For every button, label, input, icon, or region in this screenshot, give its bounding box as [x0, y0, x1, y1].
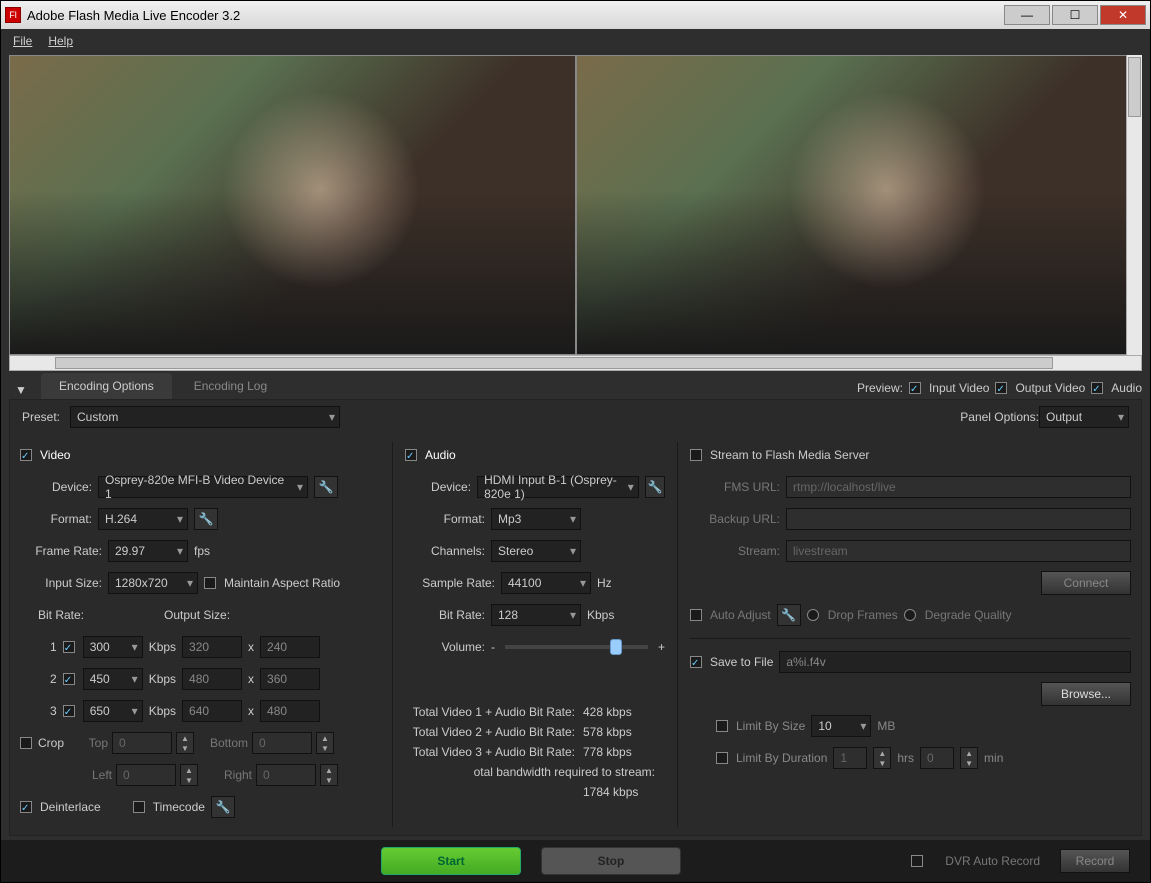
preset-select[interactable]: Custom	[70, 406, 340, 428]
menu-help[interactable]: Help	[48, 34, 73, 48]
crop-top: 0	[112, 732, 172, 754]
check-input-video[interactable]	[909, 382, 921, 394]
out-h-3[interactable]: 480	[260, 700, 320, 722]
close-button[interactable]: ✕	[1100, 5, 1146, 25]
volume-thumb[interactable]	[610, 639, 622, 655]
minimize-button[interactable]: —	[1004, 5, 1050, 25]
stop-button[interactable]: Stop	[541, 847, 681, 875]
start-button[interactable]: Start	[381, 847, 521, 875]
radio-degrade-quality[interactable]	[904, 609, 916, 621]
connect-button[interactable]: Connect	[1041, 571, 1131, 595]
check-aspect-ratio[interactable]	[204, 577, 216, 589]
browse-button[interactable]: Browse...	[1041, 682, 1131, 706]
check-video-enable[interactable]	[20, 449, 32, 461]
collapse-panel-icon[interactable]: ▼	[9, 381, 33, 399]
check-dvr-auto-record[interactable]	[911, 855, 923, 867]
titlebar[interactable]: Fl Adobe Flash Media Live Encoder 3.2 — …	[1, 1, 1150, 29]
check-limit-duration[interactable]	[716, 752, 728, 764]
out-w-3[interactable]: 640	[182, 700, 242, 722]
check-stream-2[interactable]	[63, 673, 75, 685]
check-stream-3[interactable]	[63, 705, 75, 717]
check-timecode[interactable]	[133, 801, 145, 813]
bitrate-3-select[interactable]: 650	[83, 700, 143, 722]
dur-min-input: 0	[920, 747, 954, 769]
check-deinterlace[interactable]	[20, 801, 32, 813]
audio-column: Audio Device: HDMI Input B-1 (Osprey-820…	[405, 442, 665, 827]
footer: Start Stop DVR Auto Record Record	[1, 840, 1150, 882]
check-stream-1[interactable]	[63, 641, 75, 653]
check-auto-adjust[interactable]	[690, 609, 702, 621]
audio-channels-select[interactable]: Stereo	[491, 540, 581, 562]
horizontal-scrollbar[interactable]	[9, 355, 1142, 371]
out-w-2[interactable]: 480	[182, 668, 242, 690]
output-column: Stream to Flash Media Server FMS URL: rt…	[690, 442, 1131, 827]
menubar: File Help	[1, 29, 1150, 53]
audio-device-settings-icon[interactable]: 🔧	[645, 476, 665, 498]
out-w-1[interactable]: 320	[182, 636, 242, 658]
check-audio-enable[interactable]	[405, 449, 417, 461]
file-path-input[interactable]: a%i.f4v	[779, 651, 1131, 673]
tab-encoding-options[interactable]: Encoding Options	[41, 373, 172, 399]
panel-options-label: Panel Options:	[960, 410, 1039, 424]
check-save-file[interactable]	[690, 656, 702, 668]
app-icon: Fl	[5, 7, 21, 23]
audio-sample-select[interactable]: 44100	[501, 572, 591, 594]
crop-left: 0	[116, 764, 176, 786]
record-button[interactable]: Record	[1060, 849, 1130, 873]
video-device-settings-icon[interactable]: 🔧	[314, 476, 338, 498]
video-device-select[interactable]: Osprey-820e MFI-B Video Device 1	[98, 476, 308, 498]
fms-url-input: rtmp://localhost/live	[786, 476, 1131, 498]
vertical-scrollbar[interactable]	[1126, 55, 1142, 355]
dur-hrs-input: 1	[833, 747, 867, 769]
check-audio[interactable]	[1091, 382, 1103, 394]
crop-left-stepper[interactable]: ▲▼	[180, 764, 198, 786]
encoding-panel: Video Device: Osprey-820e MFI-B Video De…	[9, 434, 1142, 836]
bitrate-1-select[interactable]: 300	[83, 636, 143, 658]
dur-hrs-stepper[interactable]: ▲▼	[873, 747, 891, 769]
input-preview-pane	[9, 55, 576, 355]
check-output-video[interactable]	[995, 382, 1007, 394]
preview-label: Preview:	[857, 381, 903, 395]
panel-options-select[interactable]: Output	[1039, 406, 1129, 428]
tab-encoding-log[interactable]: Encoding Log	[176, 373, 285, 399]
volume-slider[interactable]	[505, 645, 648, 649]
audio-bitrate-select[interactable]: 128	[491, 604, 581, 626]
video-format-settings-icon[interactable]: 🔧	[194, 508, 218, 530]
limit-size-select[interactable]: 10	[811, 715, 871, 737]
audio-format-select[interactable]: Mp3	[491, 508, 581, 530]
menu-file[interactable]: File	[13, 34, 32, 48]
crop-top-stepper[interactable]: ▲▼	[176, 732, 194, 754]
output-preview-pane	[576, 55, 1143, 355]
radio-drop-frames[interactable]	[807, 609, 819, 621]
video-column: Video Device: Osprey-820e MFI-B Video De…	[20, 442, 380, 827]
crop-bottom: 0	[252, 732, 312, 754]
app-window: Fl Adobe Flash Media Live Encoder 3.2 — …	[0, 0, 1151, 883]
audio-device-select[interactable]: HDMI Input B-1 (Osprey-820e 1)	[477, 476, 639, 498]
backup-url-input	[786, 508, 1131, 530]
timecode-settings-icon[interactable]: 🔧	[211, 796, 235, 818]
maximize-button[interactable]: ☐	[1052, 5, 1098, 25]
frame-rate-select[interactable]: 29.97	[108, 540, 188, 562]
auto-adjust-settings-icon[interactable]: 🔧	[777, 604, 801, 626]
tabs-bar: ▼ Encoding Options Encoding Log Preview:…	[1, 371, 1150, 399]
bitrate-2-select[interactable]: 450	[83, 668, 143, 690]
video-format-select[interactable]: H.264	[98, 508, 188, 530]
check-stream-fms[interactable]	[690, 449, 702, 461]
preset-label: Preset:	[22, 410, 70, 424]
dur-min-stepper[interactable]: ▲▼	[960, 747, 978, 769]
stream-name-input: livestream	[786, 540, 1131, 562]
video-header: Video	[40, 448, 70, 462]
preview-area	[9, 55, 1142, 355]
check-limit-size[interactable]	[716, 720, 728, 732]
window-title: Adobe Flash Media Live Encoder 3.2	[27, 8, 1004, 23]
crop-right-stepper[interactable]: ▲▼	[320, 764, 338, 786]
crop-bottom-stepper[interactable]: ▲▼	[316, 732, 334, 754]
input-size-select[interactable]: 1280x720	[108, 572, 198, 594]
totals: Total Video 1 + Audio Bit Rate:428 kbps …	[405, 702, 665, 802]
out-h-2[interactable]: 360	[260, 668, 320, 690]
crop-right: 0	[256, 764, 316, 786]
check-crop[interactable]	[20, 737, 32, 749]
out-h-1[interactable]: 240	[260, 636, 320, 658]
